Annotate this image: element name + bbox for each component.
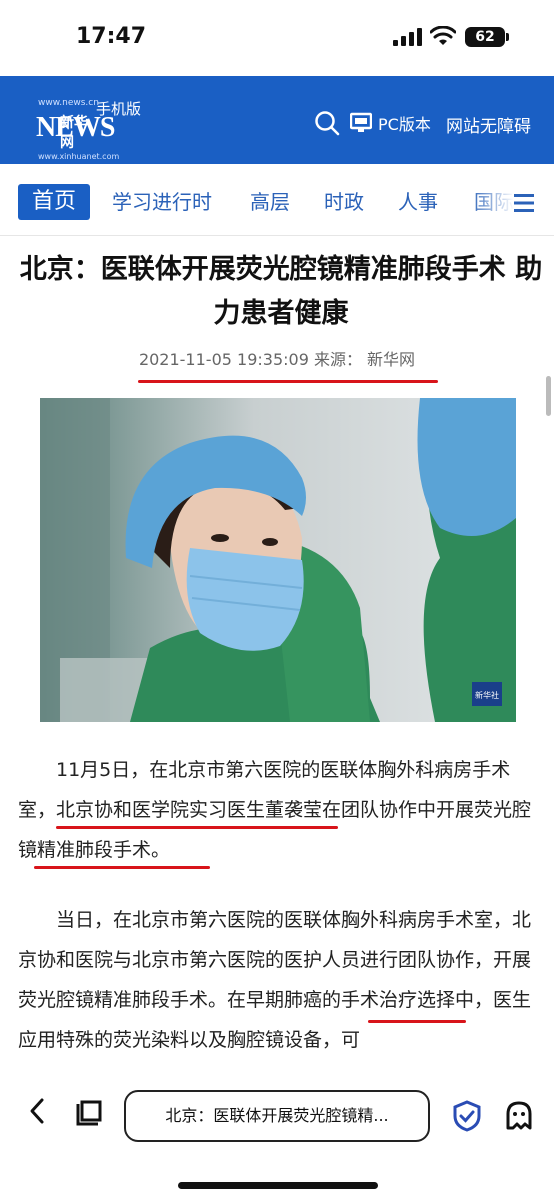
channel-nav: 首页 学习进行时 高层 时政 人事 国际 [0,164,554,236]
logo-site: www.news.cn [38,98,99,108]
logo-cn: 新华网 [60,115,88,151]
shield-icon[interactable] [452,1100,482,1132]
highlight-underline [368,1020,466,1023]
tab-home[interactable]: 首页 [18,184,90,220]
pc-version-label: PC版本 [378,115,431,134]
photo-badge: 新华社 [475,690,499,700]
logo-sub: www.xinhuanet.com [38,152,120,161]
status-time: 17:47 [76,24,147,49]
menu-icon[interactable] [514,192,538,214]
ghost-icon[interactable] [504,1100,534,1132]
tabs-icon[interactable] [74,1098,104,1128]
status-bar: 17:47 62 [0,0,554,76]
highlight-underline [56,826,338,829]
article-photo[interactable]: 新华社 [40,398,516,722]
article-paragraph-2: 当日，在北京市第六医院的医联体胸外科病房手术室，北京协和医院与北京市第六医院的医… [18,909,532,1051]
monitor-icon [350,112,372,132]
battery-icon: 62 [465,27,509,47]
nav-fade [470,174,514,226]
tab-study[interactable]: 学习进行时 [112,186,212,215]
article-title: 北京：医联体开展荧光腔镜精准肺段手术 助力患者健康 [19,254,543,329]
highlight-underline [138,380,438,383]
site-header: www.news.cn NEWS 新华网 www.xinhuanet.com 手… [0,76,554,164]
xinhua-logo[interactable]: www.news.cn NEWS 新华网 www.xinhuanet.com [18,92,119,161]
home-indicator[interactable] [178,1182,378,1189]
back-icon[interactable] [24,1096,50,1126]
accessibility-link[interactable]: 网站无障碍 [446,112,531,137]
article-meta: 2021-11-05 19:35:09 来源： 新华网 [138,350,416,369]
scrollbar[interactable] [546,376,551,416]
article-paragraph-1: 11月5日，在北京市第六医院的医联体胸外科病房手术室，北京协和医学院实习医生董袭… [18,759,532,861]
pc-version-button[interactable]: PC版本 [350,110,431,136]
wifi-icon [430,26,456,45]
tab-leaders[interactable]: 高层 [250,186,290,215]
tab-personnel[interactable]: 人事 [398,186,438,215]
search-icon[interactable] [314,110,340,136]
mobile-version-label: 手机版 [96,100,142,118]
tab-politics[interactable]: 时政 [324,186,364,215]
signal-icon [393,28,422,46]
highlight-underline [34,866,210,869]
surgeon-photo: 新华社 [40,398,516,722]
url-bar[interactable]: 北京：医联体开展荧光腔镜精... [124,1090,430,1142]
